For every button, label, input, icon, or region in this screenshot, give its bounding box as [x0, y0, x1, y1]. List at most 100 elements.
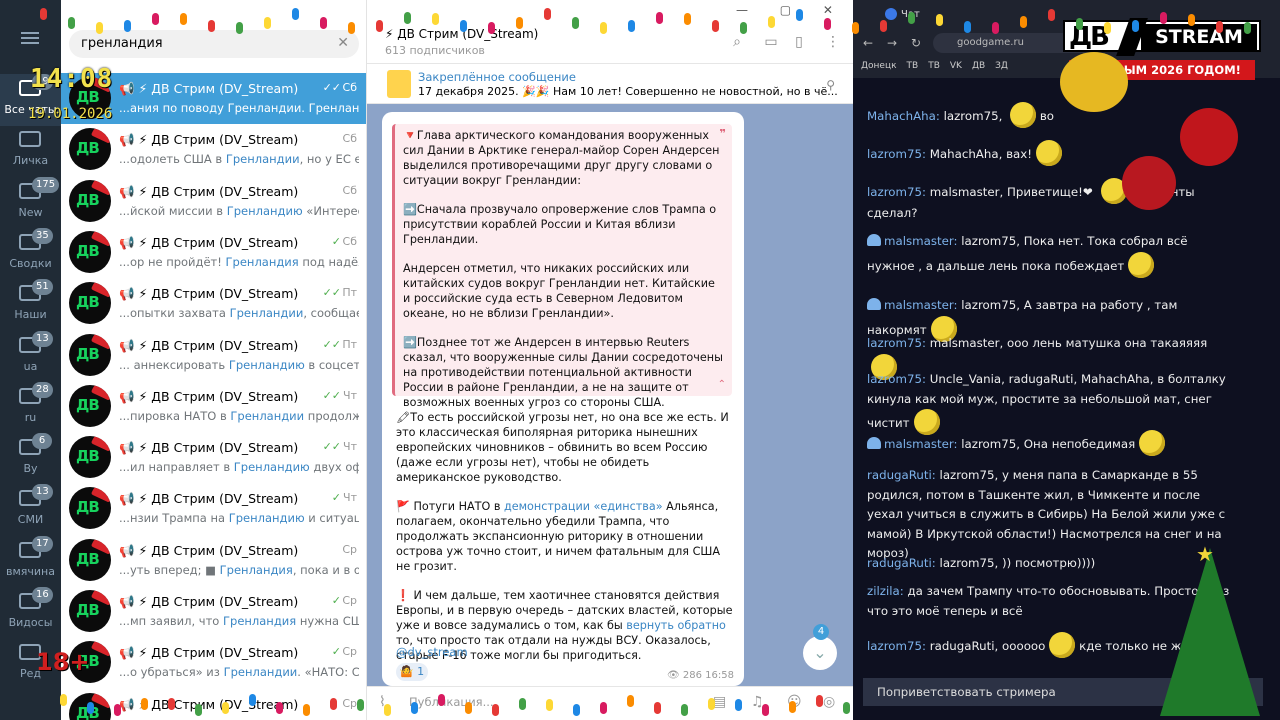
folder-label: New	[18, 205, 43, 219]
garland-bulb	[1132, 19, 1139, 32]
preview-highlight: Гренландии	[229, 306, 304, 321]
chat-nickname[interactable]: malsmaster:	[884, 437, 958, 451]
garland-bulb	[824, 17, 831, 30]
folder-5[interactable]: 13 ua	[0, 330, 61, 383]
chat-list-item[interactable]: 📢 ⚡ ДВ Стрим (DV_Stream) ✓Ср ...мп заявил,…	[61, 586, 366, 637]
camera-icon[interactable]: ◎	[823, 694, 835, 710]
folder-7[interactable]: 6 By	[0, 433, 61, 485]
scroll-down-button[interactable]: ⌄	[803, 636, 837, 670]
folder-2[interactable]: 175 New	[0, 176, 61, 229]
garland-bulb	[276, 701, 283, 714]
bookmark-item[interactable]: Донецк	[861, 61, 897, 71]
chat-list-item[interactable]: 📢 ⚡ ДВ Стрим (DV_Stream) ✓✓Чт ...ил направ…	[61, 432, 366, 483]
folder-10[interactable]: 16 Видосы	[0, 587, 61, 639]
chat-list-item[interactable]: 📢 ⚡ ДВ Стрим (DV_Stream) ✓✓Чт ...пировка Н…	[61, 381, 366, 432]
pin-list-icon[interactable]: ⚲	[826, 78, 835, 92]
ornament-red	[1122, 156, 1176, 210]
chat-list-item[interactable]: 📢 ⚡ ДВ Стрим (DV_Stream) Сб ...одолеть США…	[61, 124, 366, 175]
chat-day: Сб	[342, 81, 357, 94]
santa-hat-icon	[90, 641, 111, 657]
garland-bulb	[1076, 17, 1083, 30]
channel-avatar	[69, 128, 111, 171]
bookmark-item[interactable]: ТВ	[928, 61, 940, 71]
folder-unread-badge: 6	[32, 433, 52, 450]
folder-8[interactable]: 13 СМИ	[0, 484, 61, 536]
menu-icon[interactable]	[21, 32, 39, 44]
folder-label: Сводки	[9, 256, 52, 270]
santa-hat-icon	[90, 487, 111, 503]
chat-header[interactable]: ⚡ ДВ Стрим (DV_Stream) 613 подписчиков ⌕…	[367, 0, 853, 64]
reaction-chip[interactable]: 🤷 1	[396, 663, 428, 681]
smiley-emote-icon	[1049, 632, 1076, 658]
window-controls[interactable]: — ▢ ✕	[736, 3, 847, 17]
read-check-icon: ✓✓	[322, 440, 341, 454]
folder-6[interactable]: 28 ru	[0, 381, 61, 434]
chat-nickname[interactable]: lazrom75:	[867, 185, 926, 199]
age-rating: 18+	[36, 648, 90, 676]
forward-icon[interactable]: →	[887, 36, 897, 50]
folder-icon	[19, 131, 41, 148]
moderator-icon	[867, 234, 881, 246]
chat-day: Ср	[342, 542, 357, 556]
tab-favicon-icon	[885, 8, 897, 20]
chat-list-item[interactable]: 📢 ⚡ ДВ Стрим (DV_Stream) ✓✓Пт ...опытки за…	[61, 278, 366, 329]
channel-tag-link[interactable]: @dv_stream	[396, 645, 468, 659]
chat-list-item[interactable]: 📢 ⚡ ДВ Стрим (DV_Stream) ✓✓Пт ... аннексир…	[61, 330, 366, 381]
chat-list-item[interactable]: 📢 ⚡ ДВ Стрим (DV_Stream) Ср ...уть вперед;…	[61, 535, 366, 586]
search-icon[interactable]: ⌕	[729, 34, 745, 50]
chat-nickname[interactable]: lazrom75:	[867, 372, 926, 386]
back-icon[interactable]: ←	[863, 36, 873, 50]
folder-3[interactable]: 35 Сводки	[0, 227, 61, 280]
folder-1[interactable]: Личка	[0, 125, 61, 177]
chat-nickname[interactable]: malsmaster:	[884, 234, 958, 248]
chat-list-item[interactable]: 📢 ⚡ ДВ Стрим (DV_Stream) ✓Сб ...ор не прой…	[61, 227, 366, 278]
search-input[interactable]: гренландия ✕	[69, 30, 359, 58]
bookmark-item[interactable]: ДВ	[972, 61, 985, 71]
folder-9[interactable]: 17 вмячина	[0, 535, 61, 588]
collapse-quote-icon[interactable]: ⌃	[718, 377, 726, 392]
search-value[interactable]: гренландия	[81, 36, 163, 51]
garland-bulb	[152, 12, 159, 25]
message-meta: 👁 286 16:58	[667, 670, 734, 681]
chat-list-item[interactable]: 📢 ⚡ ДВ Стрим (DV_Stream) ✓Ср ...о убраться…	[61, 637, 366, 688]
subscriber-count: 613 подписчиков	[385, 44, 485, 57]
chat-nickname[interactable]: radugaRuti:	[867, 556, 936, 570]
telegram-window: 19 Все чаты Личка 175 New 35 Сводки 51 Наши 13 ua 2…	[0, 0, 853, 720]
chat-nickname[interactable]: lazrom75:	[867, 639, 926, 653]
chat-nickname[interactable]: MahachAha:	[867, 109, 940, 123]
garland-bulb	[712, 20, 719, 33]
chat-list-item[interactable]: 📢 ⚡ ДВ Стрим (DV_Stream) Сб ...йской мисси…	[61, 176, 366, 227]
santa-hat-icon	[90, 538, 111, 555]
stream-date: 19.01.2026	[28, 106, 113, 122]
folder-4[interactable]: 51 Наши	[0, 279, 61, 331]
chat-nickname[interactable]: zilzila:	[867, 584, 904, 598]
garland-bulb	[1160, 11, 1167, 24]
quote-block[interactable]: ❞ 🔻Глава арктического командования воору…	[392, 124, 732, 409]
preview-text: и ситуацию в ...	[308, 511, 359, 526]
bookmark-item[interactable]: ТВ	[907, 61, 919, 71]
preview-highlight: Гренландии	[223, 665, 298, 680]
garland-bulb	[708, 697, 715, 710]
chat-list-item[interactable]: 📢 ⚡ ДВ Стрим (DV_Stream)Ср	[61, 689, 366, 720]
chat-nickname[interactable]: radugaRuti:	[867, 468, 936, 482]
composer-placeholder[interactable]: Публикация...	[409, 695, 494, 709]
smiley-emote-icon	[1128, 251, 1155, 278]
clear-search-icon[interactable]: ✕	[337, 35, 349, 51]
comments-icon[interactable]: ▭	[763, 34, 779, 50]
folder-label: ua	[23, 359, 38, 373]
stream-clock: 14:08	[30, 64, 114, 94]
preview-text: в соцсетях...	[308, 357, 359, 372]
pinned-message-bar[interactable]: Закреплённое сообщение 17 декабря 2025. …	[367, 64, 853, 104]
garland-bulb	[222, 701, 229, 714]
chat-list-item[interactable]: 📢 ⚡ ДВ Стрим (DV_Stream) ✓Чт ...нзии Трамп…	[61, 483, 366, 534]
link-unity[interactable]: демонстрации «единства»	[504, 500, 663, 513]
sidebar-toggle-icon[interactable]: ▯	[791, 34, 807, 50]
bookmark-item[interactable]: VK	[950, 61, 962, 71]
chat-nickname[interactable]: lazrom75:	[867, 147, 926, 161]
chat-nickname[interactable]: malsmaster:	[884, 298, 958, 312]
reload-icon[interactable]: ↻	[911, 36, 921, 50]
chat-nickname[interactable]: lazrom75:	[867, 336, 926, 350]
link-return[interactable]: вернуть обратно	[626, 619, 726, 632]
more-icon[interactable]: ⋮	[825, 34, 841, 50]
bookmark-item[interactable]: ЗД	[995, 61, 1008, 71]
